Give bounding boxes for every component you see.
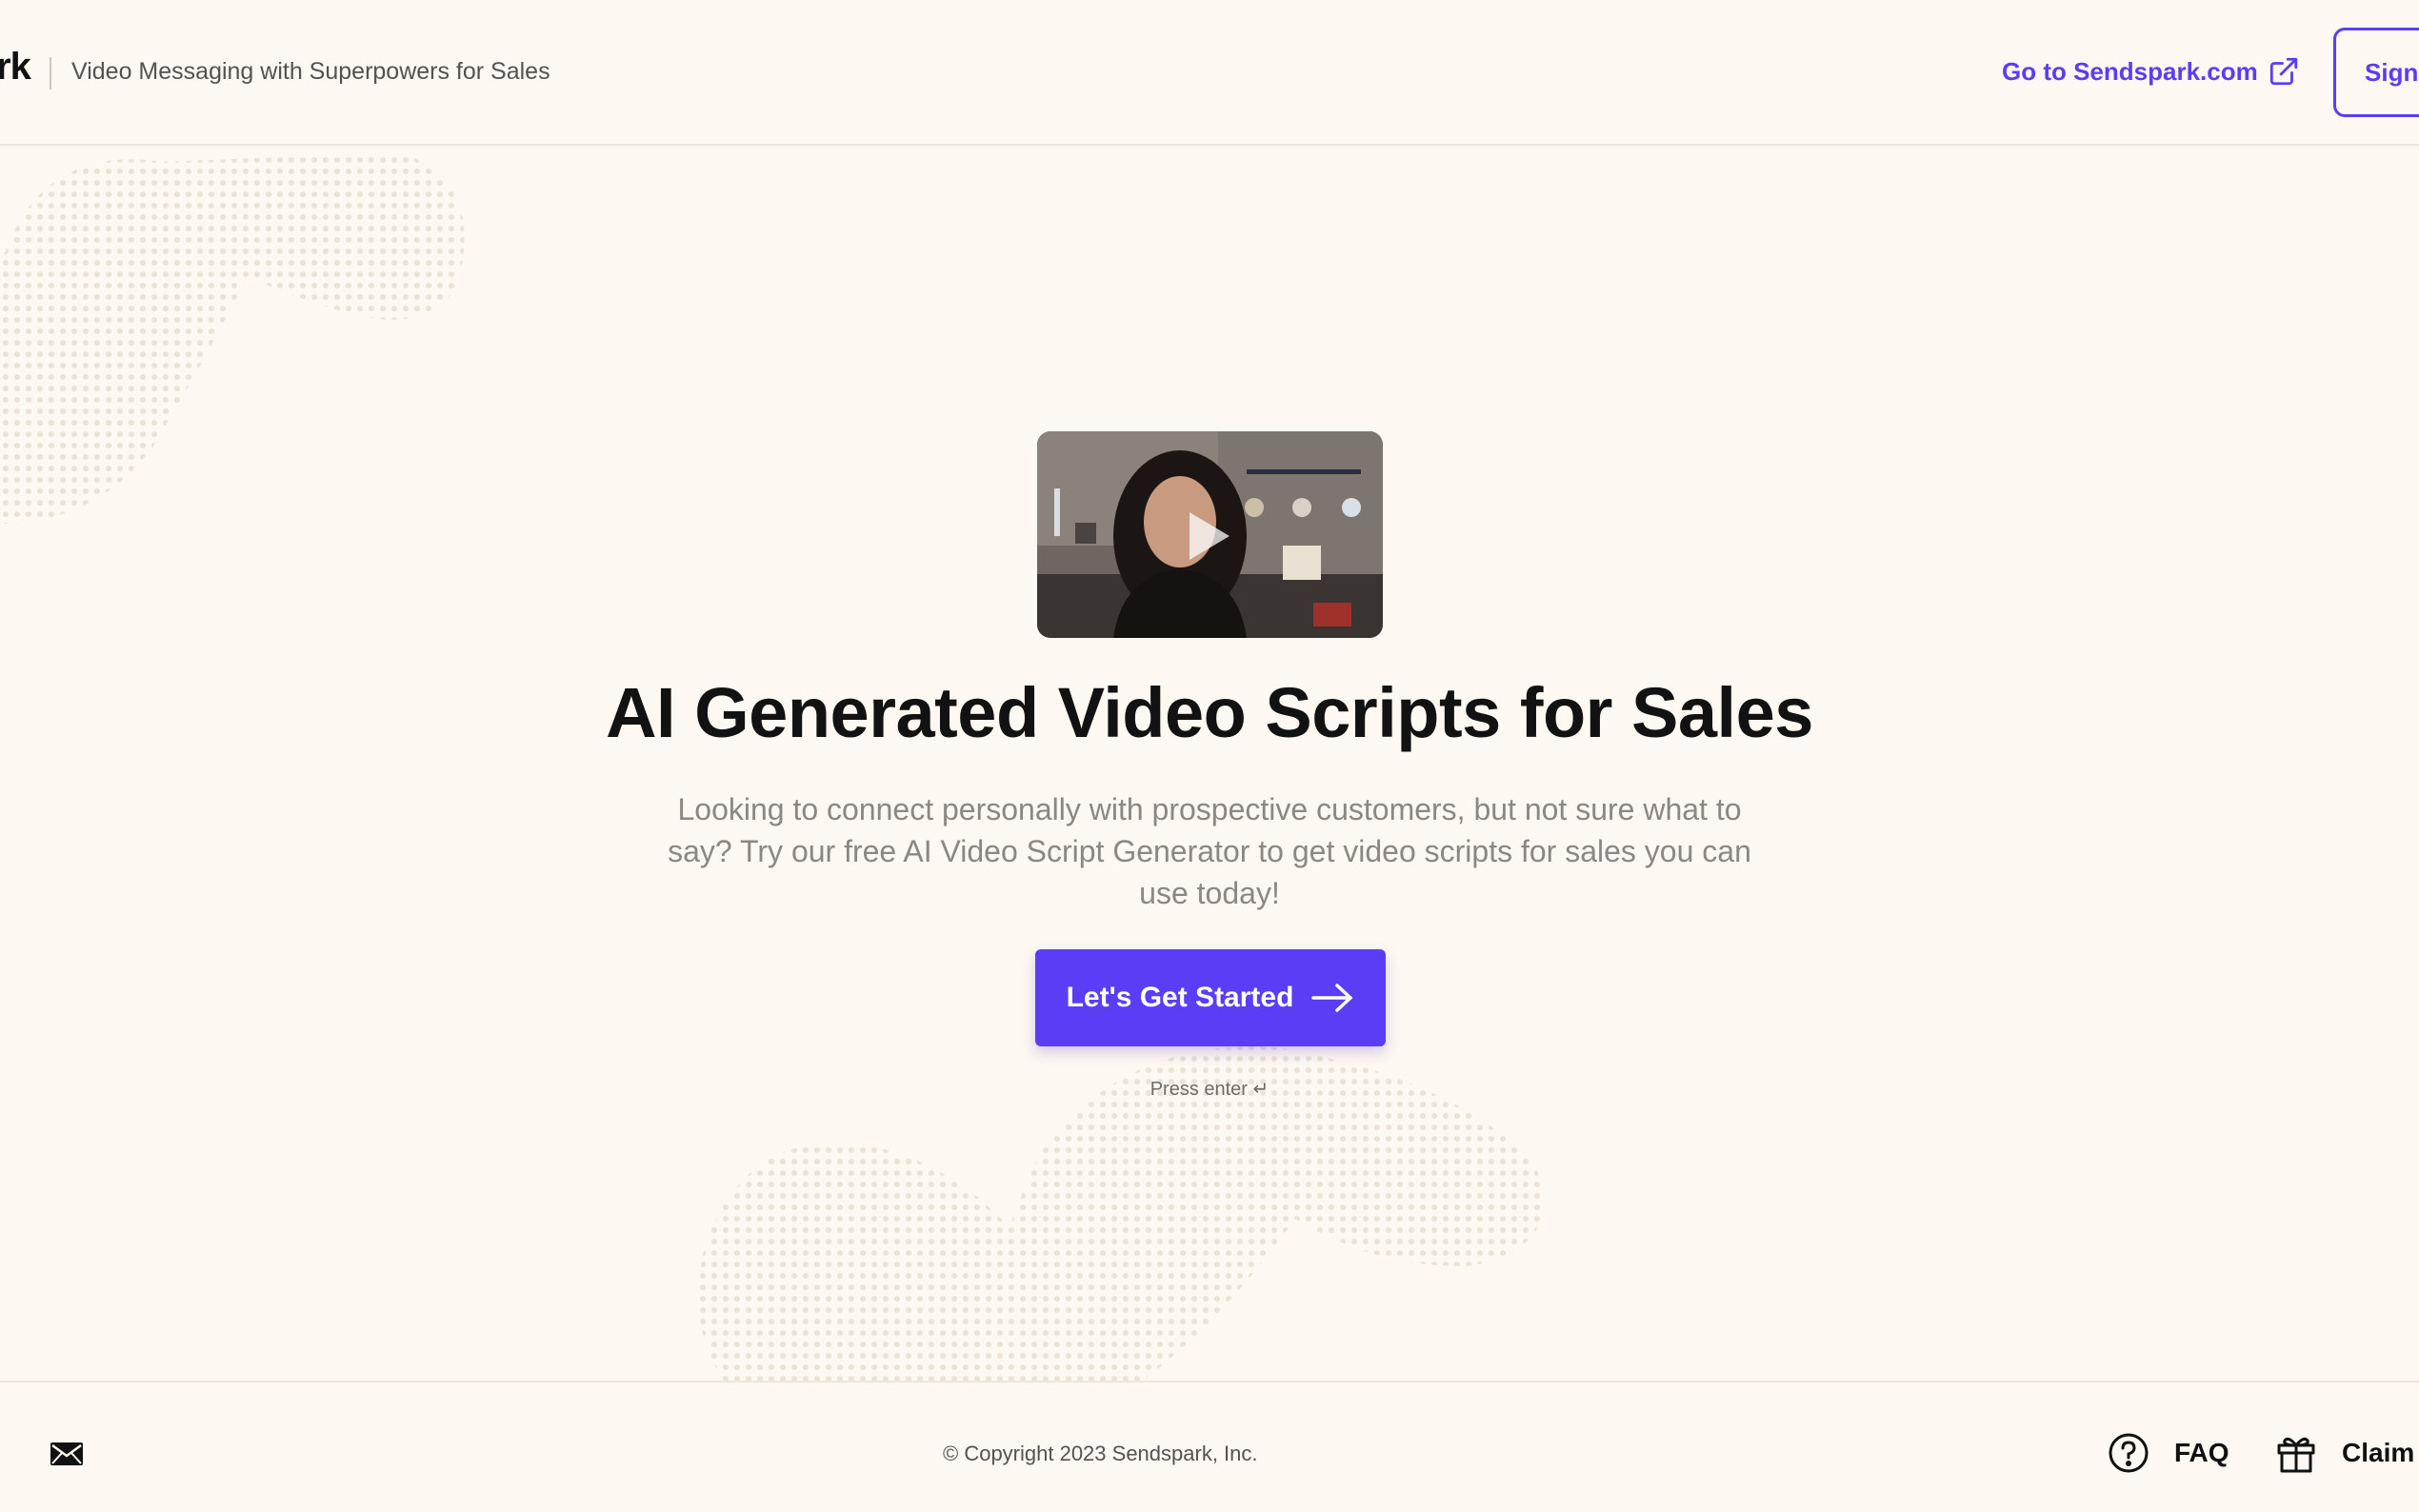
- cta-label: Let's Get Started: [1066, 982, 1294, 1013]
- faq-link[interactable]: FAQ: [2108, 1432, 2229, 1474]
- page-headline: AI Generated Video Scripts for Sales: [606, 673, 1813, 752]
- hero-description: Looking to connect personally with prosp…: [668, 792, 1751, 910]
- header-divider: [50, 57, 51, 90]
- dotted-decoration-bottom: [698, 1046, 1544, 1381]
- external-link-icon: [2269, 57, 2297, 86]
- claim-label: Claim C: [2342, 1438, 2419, 1467]
- question-circle-icon: [2109, 1433, 2149, 1473]
- top-header: rk Video Messaging with Superpowers for …: [0, 0, 2419, 146]
- page: rk Video Messaging with Superpowers for …: [0, 0, 2419, 1512]
- video-frame: [1037, 431, 1383, 638]
- claim-link[interactable]: Claim C: [2275, 1432, 2419, 1474]
- header-tagline: Video Messaging with Superpowers for Sal…: [71, 58, 550, 85]
- mail-icon[interactable]: [50, 1442, 84, 1466]
- dotted-decoration-top: [0, 152, 465, 524]
- intro-video-thumbnail[interactable]: [1037, 431, 1383, 638]
- site-link-label: Go to Sendspark.com: [2002, 56, 2258, 86]
- arrow-right-icon: [1311, 984, 1353, 1012]
- go-to-sendspark-link[interactable]: Go to Sendspark.com: [2002, 55, 2300, 88]
- get-started-button[interactable]: Let's Get Started: [1035, 949, 1386, 1046]
- gift-icon: [2277, 1437, 2315, 1473]
- sendspark-logo[interactable]: rk: [0, 46, 31, 89]
- copyright-text: © Copyright 2023 Sendspark, Inc.: [943, 1442, 1258, 1465]
- page-footer: © Copyright 2023 Sendspark, Inc. FAQ Cla…: [0, 1381, 2419, 1512]
- faq-label: FAQ: [2174, 1438, 2229, 1467]
- sign-in-button[interactable]: Sign: [2333, 28, 2419, 117]
- press-enter-hint: Press enter ↵: [1150, 1079, 1269, 1100]
